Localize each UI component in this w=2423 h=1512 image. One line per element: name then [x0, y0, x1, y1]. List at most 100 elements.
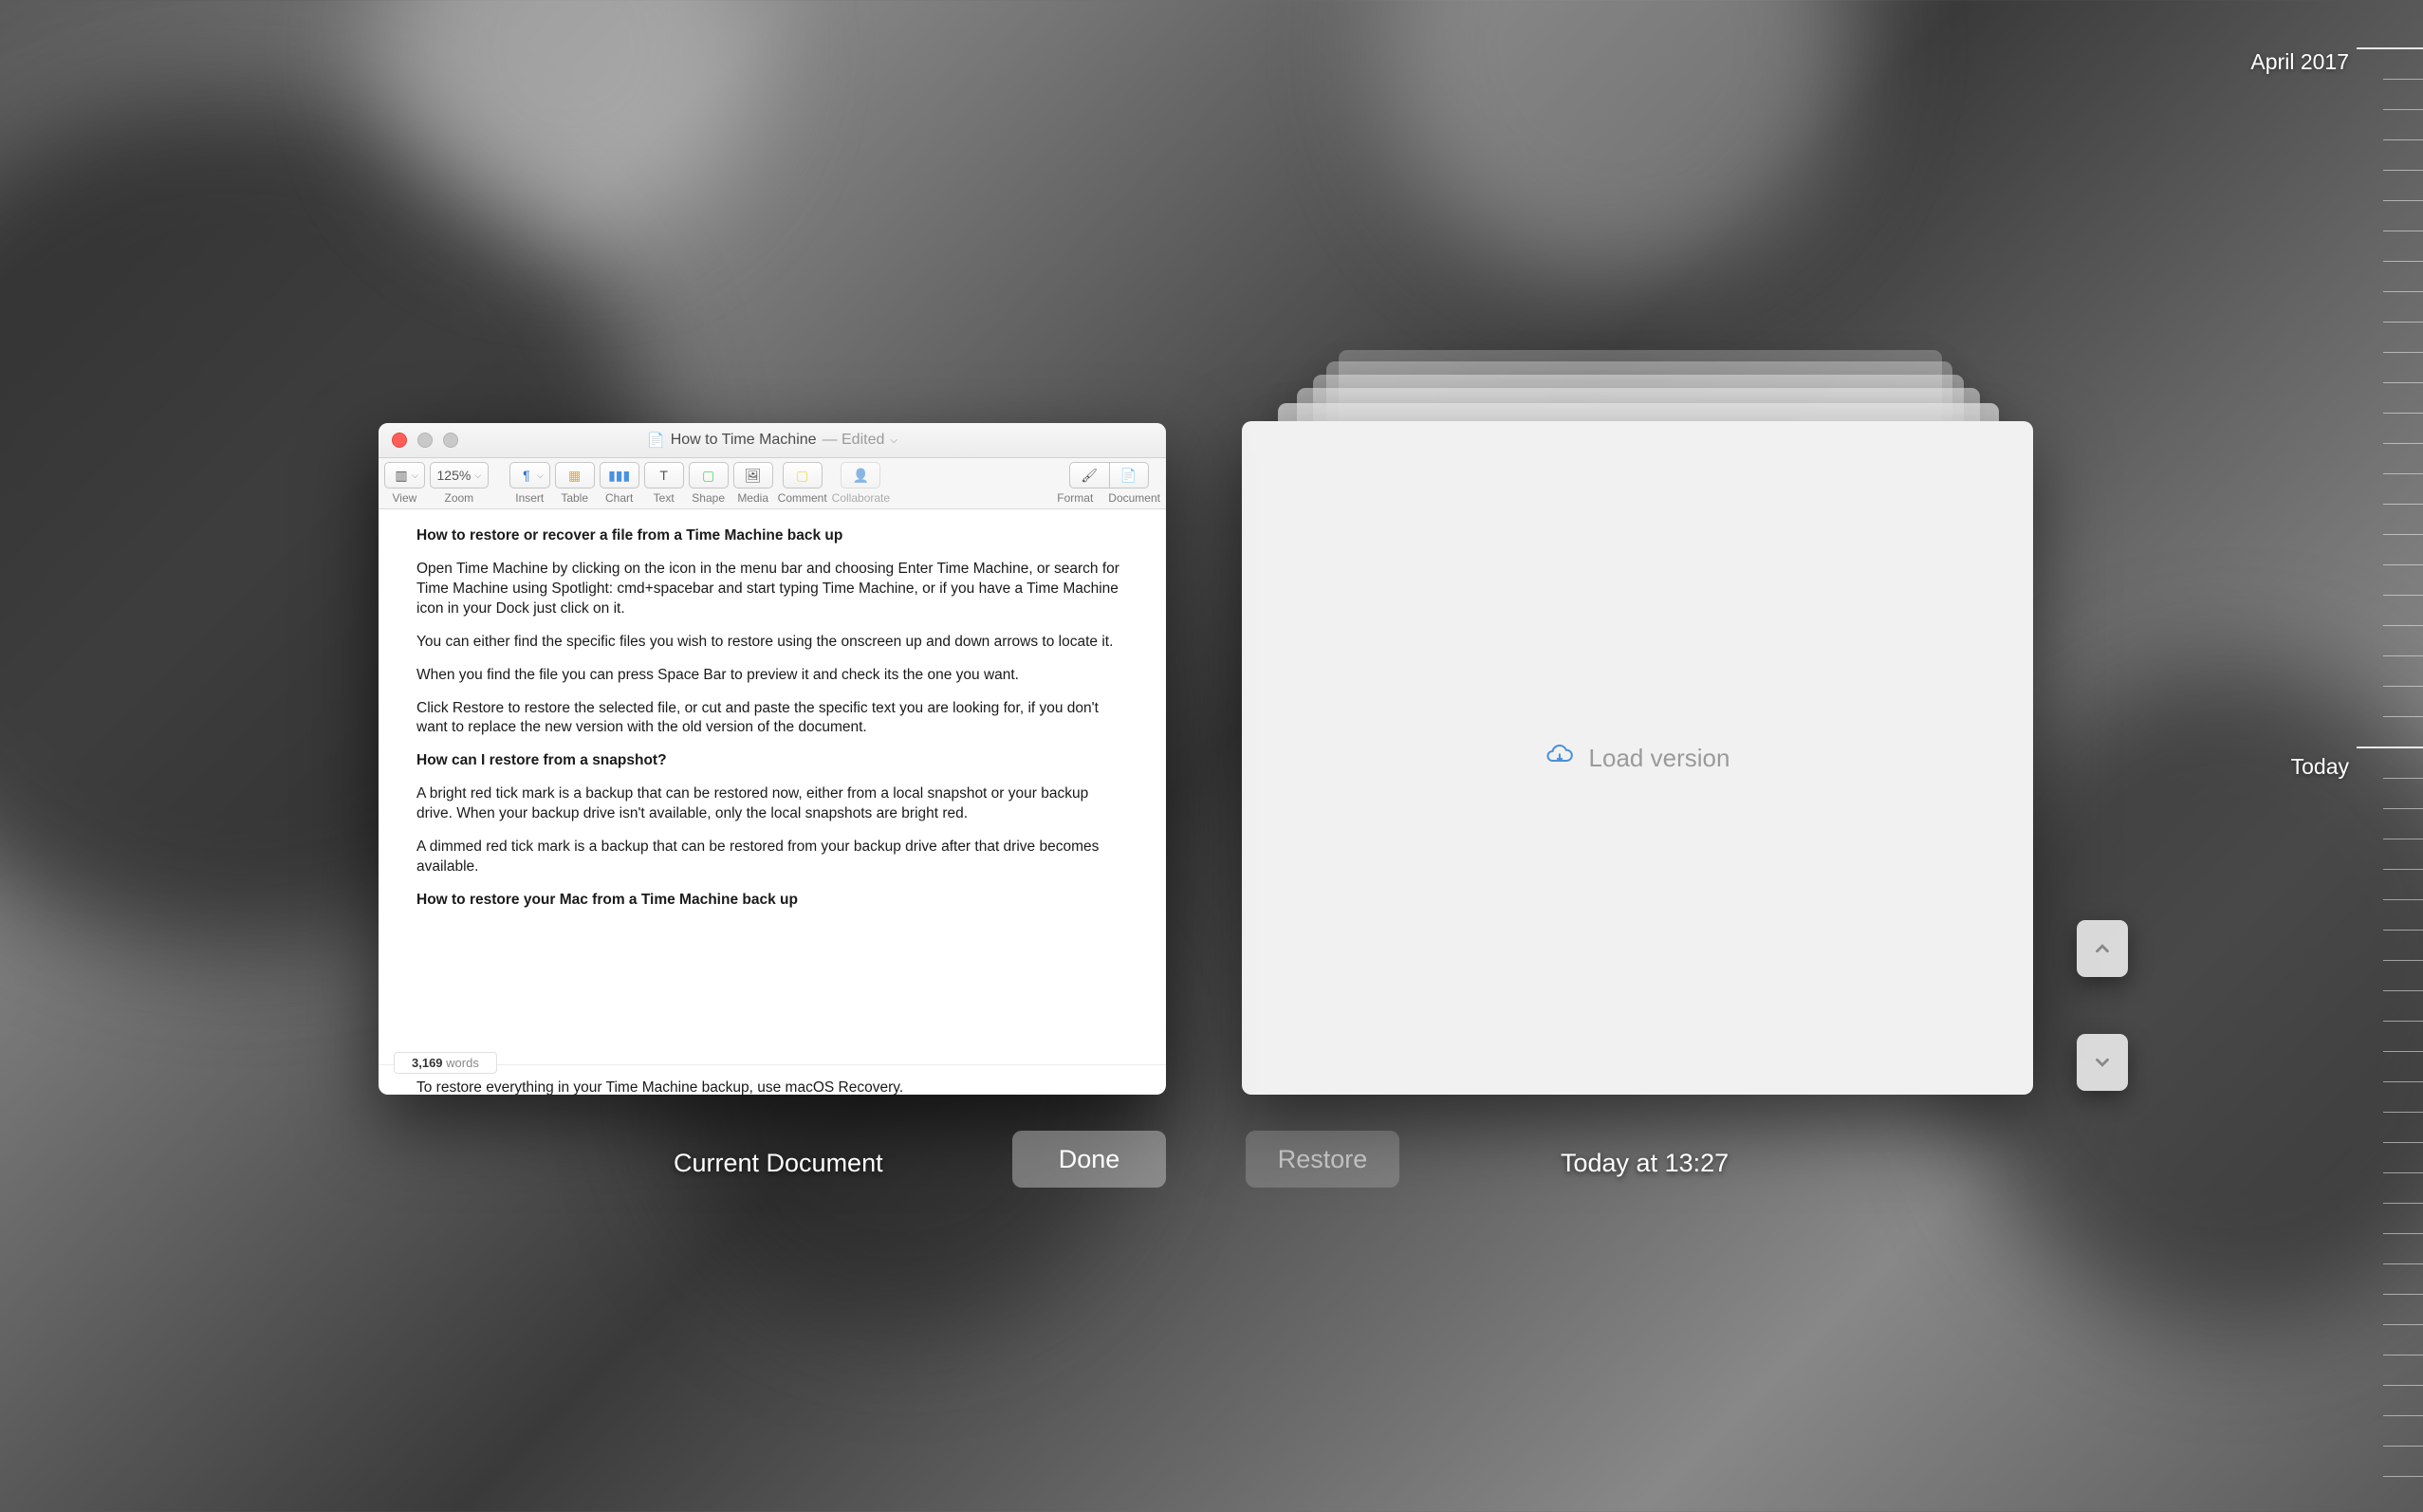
timeline-tick[interactable] — [2383, 443, 2423, 444]
timeline-tick[interactable] — [2383, 534, 2423, 535]
format-brush-icon: 🖌 — [1079, 467, 1100, 484]
document-body[interactable]: How to restore or recover a file from a … — [379, 509, 1166, 1064]
table-button[interactable]: ▦ — [555, 462, 595, 489]
toolbar: ▥⌵ View 125%⌵ Zoom ¶⌵ Insert ▦ Table ▮▮▮… — [379, 458, 1166, 509]
paragraph: Click Restore to restore the selected fi… — [416, 699, 1128, 739]
timeline-tick[interactable] — [2383, 473, 2423, 474]
toolbar-label: Zoom — [444, 491, 473, 505]
comment-button[interactable]: ▢ — [783, 462, 823, 489]
document-edited-status: — Edited — [823, 432, 885, 449]
timeline-top-label: April 2017 — [2250, 49, 2349, 75]
media-icon: 🖼 — [743, 467, 764, 484]
timeline-tick[interactable] — [2383, 1415, 2423, 1416]
timeline-tick[interactable] — [2383, 1203, 2423, 1204]
current-document-label: Current Document — [674, 1149, 883, 1178]
timeline-tick[interactable] — [2383, 686, 2423, 687]
shape-icon: ▢ — [698, 467, 719, 484]
wallpaper-blob — [1379, 0, 1854, 285]
view-button[interactable]: ▥⌵ — [384, 462, 425, 489]
cloud-download-icon — [1545, 742, 1574, 775]
text-button[interactable]: T — [644, 462, 684, 489]
timeline-tick[interactable] — [2383, 1172, 2423, 1173]
format-button[interactable]: 🖌 — [1069, 462, 1109, 489]
timeline-tick[interactable] — [2383, 1324, 2423, 1325]
timeline-tick[interactable] — [2383, 960, 2423, 961]
word-count[interactable]: 3,169 words — [394, 1052, 497, 1074]
media-button[interactable]: 🖼 — [733, 462, 773, 489]
chevron-down-icon[interactable]: ⌵ — [890, 435, 897, 446]
toolbar-label: Media — [737, 491, 768, 505]
toolbar-label: Shape — [692, 491, 725, 505]
timeline-tick[interactable] — [2383, 504, 2423, 505]
toolbar-label: Document — [1108, 491, 1160, 505]
collaborate-button[interactable]: 👤 — [841, 462, 880, 489]
toolbar-label: Chart — [605, 491, 633, 505]
load-version-label: Load version — [1589, 744, 1730, 773]
timeline-tick[interactable] — [2383, 778, 2423, 779]
timeline-tick[interactable] — [2357, 747, 2423, 748]
timeline-tick[interactable] — [2383, 1112, 2423, 1113]
timeline-tick[interactable] — [2383, 1294, 2423, 1295]
timeline-tick[interactable] — [2383, 1051, 2423, 1052]
timeline-tick[interactable] — [2383, 1385, 2423, 1386]
timeline-tick[interactable] — [2383, 625, 2423, 626]
done-button[interactable]: Done — [1012, 1131, 1166, 1188]
timeline-tick[interactable] — [2383, 1476, 2423, 1477]
timeline-tick[interactable] — [2383, 413, 2423, 414]
nav-newer-button[interactable] — [2077, 1034, 2128, 1091]
insert-button[interactable]: ¶⌵ — [509, 462, 550, 489]
window-title[interactable]: 📄 How to Time Machine — Edited ⌵ — [379, 432, 1166, 449]
insert-icon: ¶ — [516, 467, 537, 484]
document-inspector-button[interactable]: 📄 — [1109, 462, 1149, 489]
version-preview-card[interactable]: Load version — [1242, 421, 2033, 1095]
timeline-tick[interactable] — [2383, 230, 2423, 231]
timeline-tick[interactable] — [2383, 382, 2423, 383]
timeline-tick[interactable] — [2383, 564, 2423, 565]
timeline-today-label: Today — [2291, 754, 2349, 780]
timeline-tick[interactable] — [2383, 899, 2423, 900]
timeline-ruler[interactable] — [2366, 47, 2423, 1512]
timeline-tick[interactable] — [2383, 1081, 2423, 1082]
document-inspector-icon: 📄 — [1119, 467, 1139, 484]
timeline-tick[interactable] — [2383, 716, 2423, 717]
restore-button[interactable]: Restore — [1246, 1131, 1399, 1188]
timeline-tick[interactable] — [2383, 808, 2423, 809]
document-name: How to Time Machine — [671, 432, 817, 449]
truncated-text: To restore everything in your Time Machi… — [416, 1079, 903, 1095]
timeline-tick[interactable] — [2383, 352, 2423, 353]
timeline-tick[interactable] — [2383, 261, 2423, 262]
timeline-tick[interactable] — [2383, 322, 2423, 323]
timeline-tick[interactable] — [2383, 170, 2423, 171]
toolbar-label: Text — [654, 491, 675, 505]
timeline-tick[interactable] — [2383, 869, 2423, 870]
timeline-tick[interactable] — [2383, 990, 2423, 991]
timeline-tick[interactable] — [2383, 1446, 2423, 1447]
timeline-tick[interactable] — [2383, 595, 2423, 596]
window-titlebar[interactable]: 📄 How to Time Machine — Edited ⌵ — [379, 423, 1166, 458]
timeline-tick[interactable] — [2383, 1142, 2423, 1143]
timeline-tick[interactable] — [2383, 200, 2423, 201]
timeline-tick[interactable] — [2383, 1233, 2423, 1234]
timeline-tick[interactable] — [2357, 47, 2423, 49]
toolbar-label: Comment — [778, 491, 827, 505]
zoom-select[interactable]: 125%⌵ — [430, 462, 489, 489]
collaborate-icon: 👤 — [850, 467, 871, 484]
timeline-tick[interactable] — [2383, 139, 2423, 140]
text-icon: T — [654, 467, 675, 484]
table-icon: ▦ — [564, 467, 585, 484]
shape-button[interactable]: ▢ — [689, 462, 729, 489]
chart-button[interactable]: ▮▮▮ — [600, 462, 639, 489]
paragraph: A dimmed red tick mark is a backup that … — [416, 838, 1128, 877]
document-footer: 3,169 words To restore everything in you… — [379, 1064, 1166, 1095]
toolbar-label: Insert — [515, 491, 544, 505]
timeline-tick[interactable] — [2383, 930, 2423, 931]
timeline-tick[interactable] — [2383, 655, 2423, 656]
paragraph: A bright red tick mark is a backup that … — [416, 784, 1128, 824]
heading: How can I restore from a snapshot? — [416, 751, 1128, 771]
timeline-tick[interactable] — [2383, 1263, 2423, 1264]
timeline-tick[interactable] — [2383, 109, 2423, 110]
timeline-tick[interactable] — [2383, 1021, 2423, 1022]
timeline-tick[interactable] — [2383, 79, 2423, 80]
timeline-tick[interactable] — [2383, 291, 2423, 292]
nav-older-button[interactable] — [2077, 920, 2128, 977]
